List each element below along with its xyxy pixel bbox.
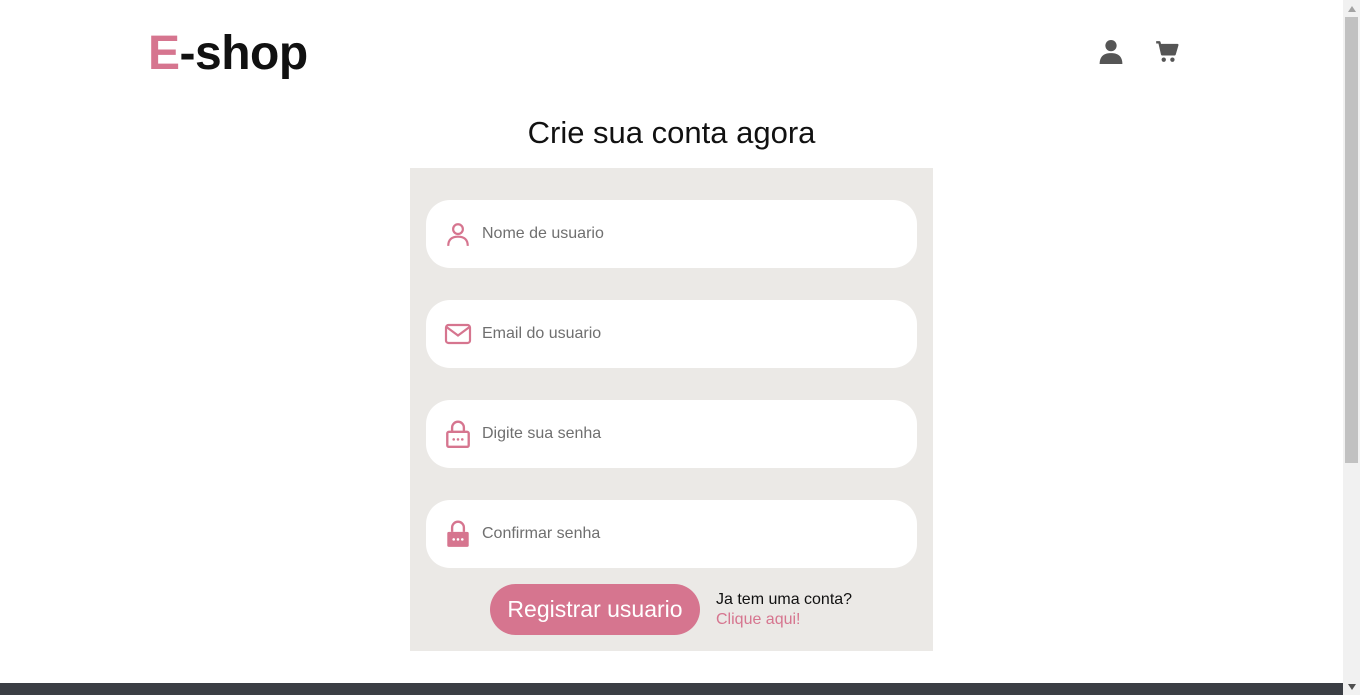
logo-letter: E	[148, 27, 180, 80]
password-field[interactable]	[426, 400, 917, 468]
confirm-password-field[interactable]	[426, 500, 917, 568]
user-outline-icon	[444, 220, 472, 248]
footer-bar	[0, 683, 1343, 695]
scroll-up-arrow-icon[interactable]	[1343, 0, 1360, 17]
page-title: Crie sua conta agora	[527, 115, 816, 150]
email-input[interactable]	[482, 325, 902, 343]
email-field[interactable]	[426, 300, 917, 368]
register-form: Registrar usuario Ja tem uma conta? Cliq…	[410, 168, 933, 651]
user-icon[interactable]	[1096, 36, 1126, 66]
logo-text: -shop	[179, 27, 309, 80]
scroll-thumb[interactable]	[1345, 17, 1358, 463]
login-link[interactable]: Clique aqui!	[716, 610, 852, 630]
lock-filled-icon	[444, 520, 472, 548]
password-input[interactable]	[482, 425, 902, 443]
confirm-password-input[interactable]	[482, 525, 902, 543]
scrollbar[interactable]	[1343, 0, 1360, 695]
logo[interactable]: E-shop	[148, 26, 308, 82]
username-input[interactable]	[482, 225, 902, 243]
cart-icon[interactable]	[1152, 36, 1182, 66]
register-button[interactable]: Registrar usuario	[490, 584, 700, 635]
username-field[interactable]	[426, 200, 917, 268]
scroll-down-arrow-icon[interactable]	[1343, 678, 1360, 695]
login-hint: Ja tem uma conta? Clique aqui!	[716, 590, 852, 630]
lock-outline-icon	[444, 420, 472, 449]
envelope-icon	[444, 320, 472, 348]
login-question: Ja tem uma conta?	[716, 591, 853, 608]
